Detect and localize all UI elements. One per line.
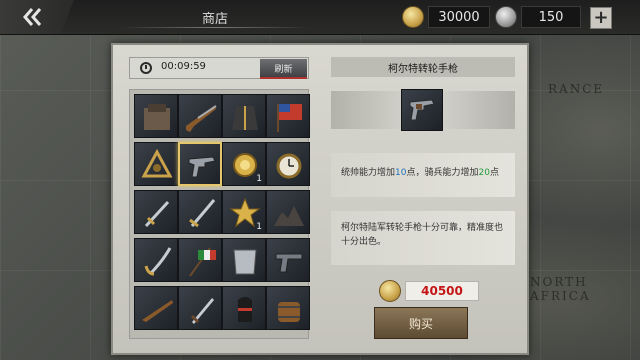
shop-item-slot[interactable]	[134, 142, 178, 186]
shop-item-slot[interactable]	[134, 94, 178, 138]
pistol-icon	[275, 253, 303, 273]
shako-helmet-icon	[238, 297, 252, 322]
item-count: 1	[256, 174, 262, 184]
ore-pile-icon	[274, 206, 304, 226]
shop-item-slot[interactable]	[134, 286, 178, 330]
shop-item-slot[interactable]	[266, 238, 310, 282]
shop-item-slot[interactable]	[222, 94, 266, 138]
uniform-jacket-icon	[232, 106, 258, 130]
map-label-france: RANCE	[548, 82, 605, 96]
sword-icon	[144, 200, 170, 228]
medal-resource: 150	[495, 6, 581, 28]
gold-coin-icon	[379, 280, 401, 302]
add-currency-button[interactable]: +	[590, 7, 612, 29]
refresh-countdown: 00:09:59	[161, 61, 206, 72]
command-bonus-value: 10	[395, 168, 407, 178]
musket-icon	[186, 105, 217, 132]
shop-item-slot[interactable]	[266, 94, 310, 138]
buy-button[interactable]: 购买	[374, 307, 468, 339]
shop-item-slot[interactable]	[178, 286, 222, 330]
silver-medal-icon	[495, 6, 517, 28]
banner-pole-icon	[189, 247, 216, 277]
page-title: 商店	[120, 0, 310, 34]
shop-item-slot[interactable]	[134, 238, 178, 282]
sextant-icon	[141, 148, 173, 178]
shop-item-slot[interactable]	[222, 286, 266, 330]
shop-item-slot[interactable]: 1	[222, 190, 266, 234]
shop-item-slot[interactable]	[178, 238, 222, 282]
shop-item-slot[interactable]	[178, 142, 222, 186]
medal-amount: 150	[521, 6, 581, 28]
shop-item-slot[interactable]	[178, 94, 222, 138]
breastplate-icon	[233, 249, 257, 275]
dagger-icon	[190, 298, 214, 324]
item-count: 1	[256, 222, 262, 232]
map-label-north-africa: NORTH AFRICA	[530, 275, 591, 303]
cavalry-bonus-value: 20	[478, 168, 490, 178]
rifle-icon	[142, 300, 173, 322]
back-button[interactable]	[0, 0, 74, 34]
stopwatch-icon	[140, 62, 152, 74]
shop-item-slot[interactable]	[266, 286, 310, 330]
shop-item-slot[interactable]	[134, 190, 178, 234]
gold-coin-icon	[402, 6, 424, 28]
double-chevron-left-icon	[23, 8, 42, 26]
revolver-icon	[409, 99, 435, 121]
hat-box-icon	[144, 104, 170, 130]
top-bar: 商店 30000 150 +	[0, 0, 640, 35]
gold-amount: 30000	[428, 6, 490, 28]
gold-resource: 30000	[402, 6, 490, 28]
item-description: 柯尔特陆军转轮手枪十分可靠，精准度也十分出色。	[331, 211, 515, 265]
shop-inventory: 00:09:59 刷新 11	[129, 57, 310, 347]
item-preview	[401, 89, 443, 131]
pocket-watch-icon	[276, 153, 302, 179]
flag-icon	[277, 104, 302, 132]
shop-item-slot[interactable]	[266, 142, 310, 186]
shop-item-slot[interactable]: 1	[222, 142, 266, 186]
sabre-icon	[189, 199, 216, 228]
item-grid: 11	[129, 89, 310, 339]
shop-item-slot[interactable]	[266, 190, 310, 234]
shop-item-slot[interactable]	[222, 238, 266, 282]
revolver-icon	[188, 156, 216, 178]
item-price: 40500	[405, 281, 479, 301]
price-row: 40500	[379, 280, 479, 302]
stat-bonus-text: 统帅能力增加10点，骑兵能力增加20点	[331, 153, 515, 197]
barrel-icon	[278, 302, 300, 322]
refresh-timer-bar: 00:09:59 刷新	[129, 57, 309, 79]
item-name: 柯尔特转轮手枪	[331, 57, 515, 77]
shop-panel: 00:09:59 刷新 11 柯尔特转轮手枪 统帅能力增加10点，骑兵能力增加2…	[111, 43, 529, 355]
item-detail: 柯尔特转轮手枪 统帅能力增加10点，骑兵能力增加20点 柯尔特陆军转轮手枪十分可…	[331, 57, 515, 347]
refresh-button[interactable]: 刷新	[260, 59, 307, 79]
cavalry-sabre-icon	[144, 247, 172, 276]
shop-item-slot[interactable]	[178, 190, 222, 234]
